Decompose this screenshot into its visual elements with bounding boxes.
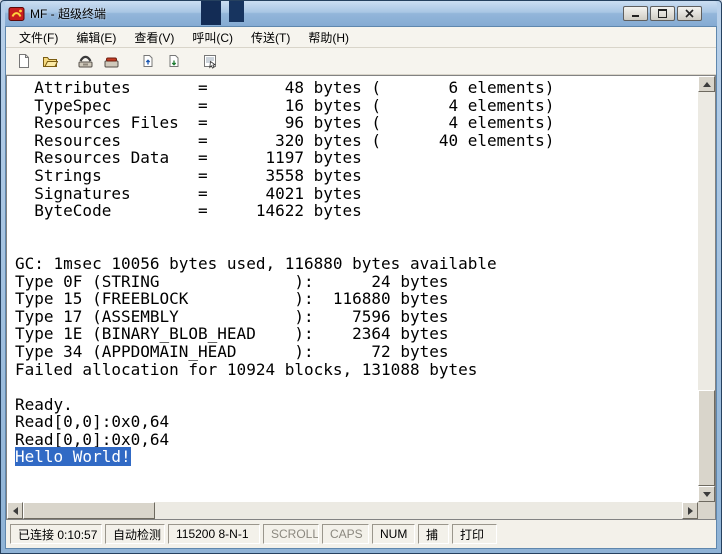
close-icon [685, 9, 694, 18]
menu-bar: 文件(F) 编辑(E) 查看(V) 呼叫(C) 传送(T) 帮助(H) [6, 27, 716, 48]
new-connection-button[interactable] [12, 50, 36, 72]
hyperterminal-icon [8, 6, 25, 22]
titlebar-artifact [201, 1, 221, 25]
status-print-echo: 打印 [452, 524, 497, 544]
scroll-left-button[interactable] [7, 502, 23, 519]
scroll-down-button[interactable] [698, 486, 715, 502]
status-emulation: 自动检测 [105, 524, 165, 544]
hyperterminal-window: MF - 超级终端 文件(F) 编辑(E) 查看(V) 呼叫(C) 传送(T) … [0, 0, 722, 554]
send-icon [143, 55, 153, 67]
call-icon [78, 55, 93, 68]
status-connection: 已连接 0:10:57 [10, 524, 102, 544]
terminal-output: Attributes = 48 bytes ( 6 elements) Type… [7, 76, 698, 467]
vertical-scroll-track[interactable] [698, 92, 715, 486]
receive-file-button[interactable] [162, 50, 186, 72]
send-file-button[interactable] [136, 50, 160, 72]
scrollbar-corner [698, 502, 715, 519]
titlebar-artifact [229, 1, 244, 22]
maximize-button[interactable] [650, 6, 675, 21]
open-button[interactable] [38, 50, 62, 72]
menu-item-edit[interactable]: 编辑(E) [67, 26, 125, 49]
minimize-icon [632, 15, 639, 17]
tool-bar [6, 48, 716, 75]
horizontal-scroll-track[interactable] [23, 502, 682, 519]
menu-item-transfer[interactable]: 传送(T) [242, 26, 299, 49]
disconnect-button[interactable] [100, 50, 124, 72]
horizontal-scroll-thumb[interactable] [23, 502, 155, 519]
close-button[interactable] [677, 6, 702, 21]
open-folder-icon [43, 57, 58, 67]
menu-item-help[interactable]: 帮助(H) [299, 26, 358, 49]
terminal-history: Attributes = 48 bytes ( 6 elements) Type… [15, 78, 555, 449]
arrow-right-icon [687, 506, 693, 515]
scroll-up-button[interactable] [698, 76, 715, 92]
arrow-up-icon [702, 81, 711, 87]
maximize-icon [658, 9, 667, 18]
title-bar[interactable]: MF - 超级终端 [5, 1, 717, 26]
status-caps-lock: CAPS [322, 524, 369, 544]
scroll-right-button[interactable] [682, 502, 698, 519]
vertical-scroll-thumb[interactable] [698, 390, 715, 486]
minimize-button[interactable] [623, 6, 648, 21]
status-bar: 已连接 0:10:57 自动检测 115200 8-N-1 SCROLL CAP… [6, 520, 716, 548]
window-controls [623, 6, 714, 21]
horizontal-scrollbar[interactable] [7, 502, 698, 519]
client-area: 文件(F) 编辑(E) 查看(V) 呼叫(C) 传送(T) 帮助(H) Attr… [5, 26, 717, 549]
new-document-icon [19, 54, 29, 68]
menu-item-view[interactable]: 查看(V) [125, 26, 183, 49]
call-button[interactable] [74, 50, 98, 72]
status-num-lock: NUM [372, 524, 415, 544]
receive-icon [169, 55, 179, 67]
status-capture: 捕 [418, 524, 449, 544]
window-title: MF - 超级终端 [30, 7, 106, 21]
terminal-selected-text: Hello World! [15, 447, 131, 467]
status-baud-settings: 115200 8-N-1 [168, 524, 260, 544]
properties-button[interactable] [198, 50, 222, 72]
properties-icon [204, 55, 216, 69]
menu-item-file[interactable]: 文件(F) [10, 26, 67, 49]
hangup-icon [104, 57, 119, 68]
vertical-scrollbar[interactable] [698, 76, 715, 502]
arrow-left-icon [12, 506, 18, 515]
status-scroll-lock: SCROLL [263, 524, 319, 544]
arrow-down-icon [702, 491, 711, 497]
terminal-viewport[interactable]: Attributes = 48 bytes ( 6 elements) Type… [7, 76, 698, 502]
menu-item-call[interactable]: 呼叫(C) [183, 26, 242, 49]
terminal-area: Attributes = 48 bytes ( 6 elements) Type… [6, 75, 716, 520]
